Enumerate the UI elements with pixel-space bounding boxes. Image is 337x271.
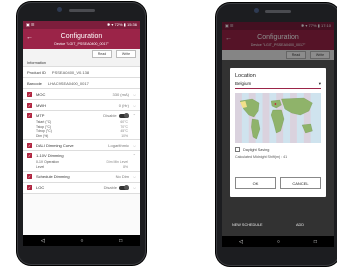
dali-label: DALI Dimming Curve: [36, 142, 74, 148]
speaker-grille: [68, 9, 95, 12]
status-bar: ▣ ☰ ✱ ▾ 72% ▮ 15:36: [23, 21, 140, 29]
android-nav-bar: ◁ ○ □: [222, 236, 334, 247]
status-right: ✱ ▾ 72% ▮ 15:36: [106, 22, 137, 27]
barcode-value: LHAC9SEA0400_0017: [47, 80, 89, 86]
loc-value: Disable: [103, 185, 117, 191]
dimming-param-value[interactable]: 8%: [123, 165, 136, 170]
dialog-actions: OK CANCEL: [235, 177, 321, 189]
moc-value: 330 (mA): [112, 91, 129, 97]
page-title: Configuration: [60, 33, 103, 40]
dimming-1-10-row[interactable]: ✓ 1-10V Dimming ⌃: [23, 151, 140, 161]
back-arrow-icon[interactable]: ←: [26, 34, 33, 41]
right-screen: ▣ ☰ ✱ ▾ 77% ▮ 17:10 ← Configuration Devi…: [222, 22, 334, 247]
read-write-tabs: Read Write: [23, 49, 140, 59]
dali-row[interactable]: ✓ DALI Dimming Curve Logarithmic ⌵: [23, 140, 140, 152]
app-bar: ← Configuration Device "LGIT_PSSEA0400_0…: [23, 29, 140, 49]
check-icon[interactable]: ✓: [27, 91, 32, 97]
section-label: Information: [27, 60, 46, 65]
chevron-down-icon[interactable]: ⌵: [133, 185, 136, 190]
country-select[interactable]: Belgium ▾: [235, 81, 321, 89]
schedule-row[interactable]: ✓ Schedule Dimming No Dim ⌵: [23, 171, 140, 183]
moc-label: MOC: [36, 91, 46, 97]
chevron-up-icon[interactable]: ⌃: [133, 153, 136, 158]
daylight-saving-row[interactable]: Daylight Saving: [235, 147, 321, 152]
world-map-image: [235, 93, 321, 143]
device-subtitle: Device "LGIT_PSSEA0400_0017": [54, 42, 109, 46]
barcode-row: Barcode LHAC9SEA0400_0017: [23, 78, 140, 89]
home-icon[interactable]: ○: [277, 239, 280, 245]
chevron-up-icon[interactable]: ⌃: [133, 113, 136, 118]
mtp-toggle[interactable]: [118, 113, 129, 118]
android-nav-bar: ◁ ○ □: [23, 235, 140, 246]
left-phone: ▣ ☰ ✱ ▾ 72% ▮ 15:36 ← Configuration Devi…: [17, 2, 146, 265]
ok-button[interactable]: OK: [235, 177, 276, 189]
mwh-label: MWH: [36, 102, 46, 108]
list-item: Dim (%) 10%: [36, 134, 136, 139]
dropdown-arrow-icon: ▾: [318, 81, 321, 86]
dimming-details: 0-1V Operation Dim Min Level Level 8%: [23, 160, 140, 172]
home-icon[interactable]: ○: [80, 238, 83, 244]
dialog-title: Location: [235, 73, 256, 79]
mtp-label: MTP: [36, 113, 45, 118]
product-id-label: Product ID: [27, 69, 46, 75]
recents-icon[interactable]: □: [314, 239, 317, 245]
mtp-details: Tstart (°C) 60°C Tstop (°C) 70°C Tdrop (°C…: [23, 120, 140, 141]
recents-icon[interactable]: □: [119, 238, 122, 244]
product-id-value: PSSEA0400_V0.138: [51, 69, 90, 75]
cancel-button[interactable]: CANCEL: [280, 177, 321, 189]
dimming-param-label: Level: [36, 164, 45, 169]
loc-label: LOC: [36, 185, 45, 191]
barcode-label: Barcode: [27, 80, 42, 86]
mtp-row[interactable]: ✓ MTP Disable ⌃: [23, 111, 140, 120]
mwh-value: 0 (Hr): [118, 102, 129, 108]
midnight-shift-text: Calculated Midnight Shift(m) : 41: [235, 155, 288, 159]
dali-value: Logarithmic: [108, 142, 129, 148]
daylight-checkbox[interactable]: [235, 147, 240, 152]
mwh-row[interactable]: ✓ MWH 0 (Hr) ⌵: [23, 100, 140, 111]
right-phone: ▣ ☰ ✱ ▾ 77% ▮ 17:10 ← Configuration Devi…: [216, 3, 337, 266]
back-icon[interactable]: ◁: [239, 239, 243, 245]
check-icon[interactable]: ✓: [27, 153, 32, 159]
dimming-1-10-label: 1-10V Dimming: [36, 153, 64, 159]
chevron-down-icon[interactable]: ⌵: [133, 103, 136, 108]
mtp-param-label: Dim (%): [36, 133, 49, 138]
daylight-label: Daylight Saving: [243, 147, 270, 152]
read-button[interactable]: Read: [92, 50, 112, 58]
status-left: ▣ ☰: [26, 22, 35, 27]
check-icon[interactable]: ✓: [27, 174, 32, 180]
speaker-grille: [265, 10, 291, 13]
new-schedule-button[interactable]: NEW SCHEDULE: [232, 223, 263, 227]
left-screen: ▣ ☰ ✱ ▾ 72% ▮ 15:36 ← Configuration Devi…: [23, 21, 140, 246]
country-value: Belgium: [235, 81, 252, 86]
product-id-row: Product ID PSSEA0400_V0.138: [23, 67, 140, 78]
front-camera: [254, 8, 259, 13]
world-timezone-map[interactable]: [235, 93, 321, 143]
check-icon[interactable]: ✓: [27, 113, 32, 118]
write-button[interactable]: Write: [116, 50, 136, 58]
location-dialog: Location Belgium ▾ Daylight Saving Calcu…: [230, 68, 326, 197]
check-icon[interactable]: ✓: [27, 142, 32, 148]
loc-row[interactable]: ✓ LOC Disable ⌵: [23, 182, 140, 194]
front-camera: [57, 7, 62, 12]
schedule-value: No Dim: [115, 174, 129, 180]
back-icon[interactable]: ◁: [41, 238, 45, 244]
section-header: Information: [23, 59, 140, 67]
schedule-label: Schedule Dimming: [36, 174, 70, 180]
check-icon[interactable]: ✓: [27, 185, 32, 191]
chevron-down-icon[interactable]: ⌵: [133, 143, 136, 148]
moc-row[interactable]: ✓ MOC 330 (mA) ⌵: [23, 89, 140, 100]
chevron-down-icon[interactable]: ⌵: [133, 92, 136, 97]
chevron-down-icon[interactable]: ⌵: [133, 174, 136, 179]
list-item: Level 8%: [36, 165, 136, 170]
add-button[interactable]: ADD: [296, 223, 304, 227]
mtp-param-value[interactable]: 10%: [121, 134, 136, 139]
loc-toggle[interactable]: [118, 185, 129, 191]
check-icon[interactable]: ✓: [27, 102, 32, 108]
mtp-value: Disable: [103, 113, 117, 118]
